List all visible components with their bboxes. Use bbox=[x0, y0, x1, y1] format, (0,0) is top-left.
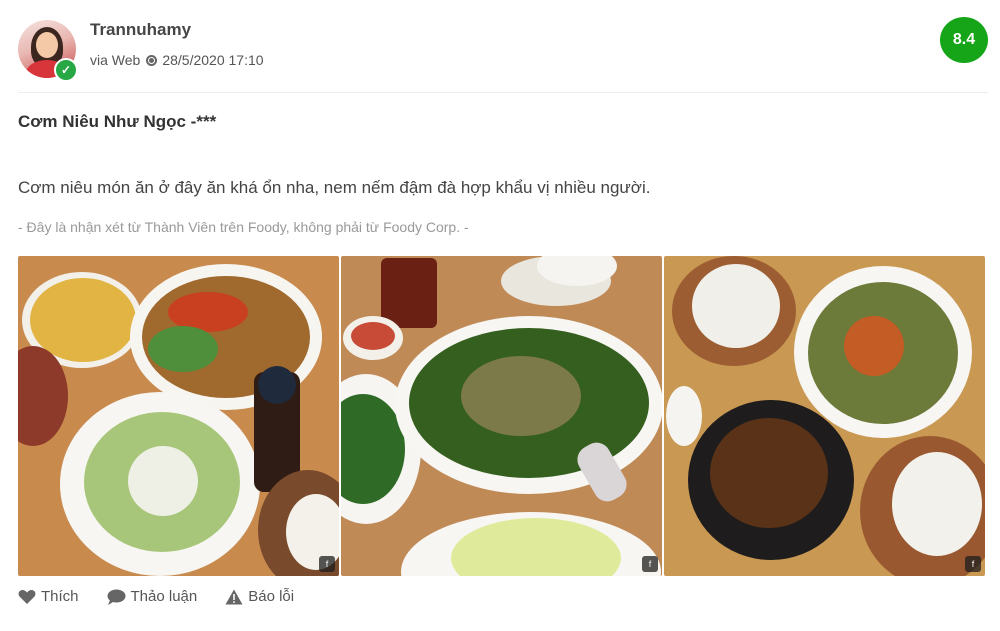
like-label: Thích bbox=[41, 588, 79, 605]
review-card: ✓ Trannuhamy via Web 28/5/2020 17:10 8.4… bbox=[0, 0, 1000, 631]
globe-icon bbox=[146, 54, 158, 66]
rating-score-badge: 8.4 bbox=[940, 17, 988, 63]
report-button[interactable]: Báo lỗi bbox=[225, 588, 294, 605]
warning-icon bbox=[225, 589, 243, 604]
photo-clay-pot-meal[interactable]: f bbox=[664, 256, 985, 576]
photo-vegetable-soup[interactable]: f bbox=[341, 256, 662, 576]
post-datetime: 28/5/2020 17:10 bbox=[162, 52, 264, 68]
divider bbox=[18, 92, 988, 93]
review-body: Cơm niêu món ăn ở đây ăn khá ổn nha, nem… bbox=[18, 178, 651, 197]
report-label: Báo lỗi bbox=[248, 588, 295, 605]
chat-icon bbox=[107, 589, 126, 605]
discuss-label: Thảo luận bbox=[130, 588, 198, 605]
heart-icon bbox=[18, 589, 36, 604]
verified-check-icon: ✓ bbox=[54, 58, 78, 82]
review-title[interactable]: Cơm Niêu Như Ngọc -*** bbox=[18, 112, 216, 132]
post-source: via Web bbox=[90, 52, 141, 68]
review-actions: Thích Thảo luận Báo lỗi bbox=[18, 588, 294, 605]
post-meta: via Web 28/5/2020 17:10 bbox=[90, 52, 264, 68]
discuss-button[interactable]: Thảo luận bbox=[107, 588, 198, 605]
like-button[interactable]: Thích bbox=[18, 588, 79, 605]
photo-soup-and-salad[interactable]: f bbox=[18, 256, 339, 576]
review-disclaimer: - Đây là nhận xét từ Thành Viên trên Foo… bbox=[18, 219, 469, 235]
username[interactable]: Trannuhamy bbox=[90, 20, 191, 40]
